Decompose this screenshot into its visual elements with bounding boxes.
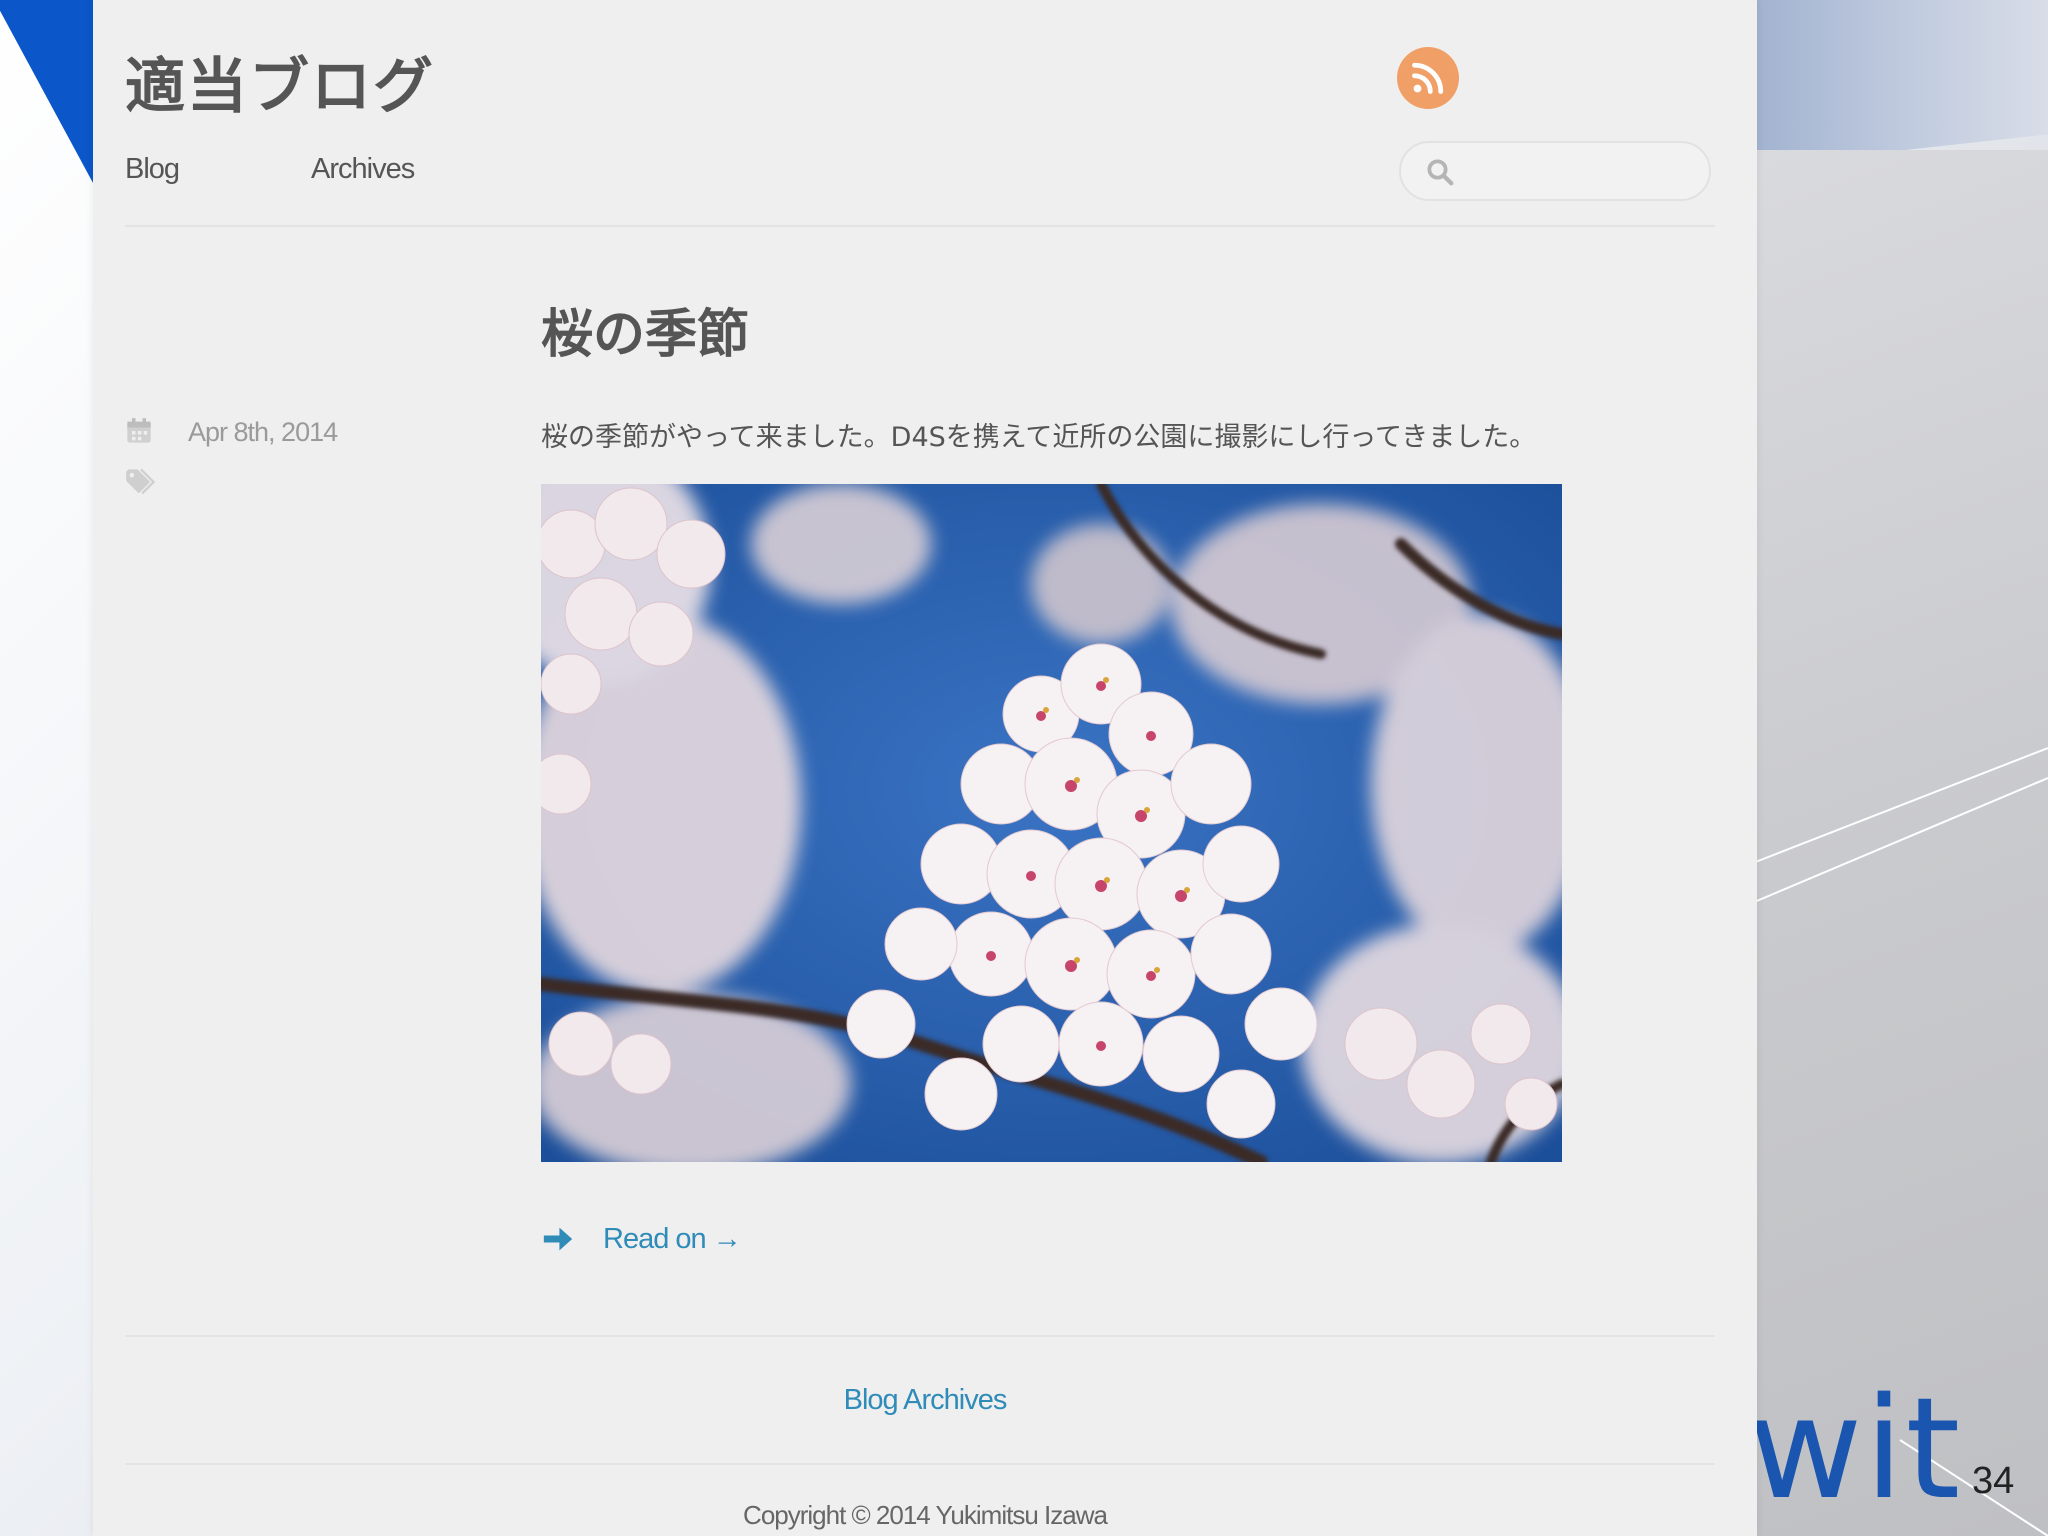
slide-page-number: 34 — [1972, 1460, 2015, 1502]
content-divider — [125, 1335, 1715, 1337]
nav-link-archives[interactable]: Archives — [311, 153, 415, 186]
read-on-link[interactable]: Read on → — [603, 1223, 742, 1256]
cherry-blossom-photo — [541, 484, 1562, 1162]
calendar-icon — [127, 418, 151, 443]
header-divider — [125, 225, 1715, 227]
search-field[interactable] — [1399, 141, 1711, 201]
site-title[interactable]: 適当ブログ — [125, 38, 435, 125]
footer-divider — [125, 1463, 1715, 1465]
nav-link-blog[interactable]: Blog — [125, 153, 311, 186]
rss-icon — [1412, 62, 1444, 94]
copyright-text: Copyright © 2014 Yukimitsu Izawa — [743, 1500, 1108, 1530]
read-on[interactable]: Read on → — [541, 1222, 742, 1256]
search-icon — [1427, 159, 1454, 186]
footer-archives: Blog Archives — [93, 1384, 1757, 1417]
tag-icon — [126, 468, 156, 495]
post-excerpt: 桜の季節がやって来ました。D4Sを携えて近所の公園に撮影にし行ってきました。 — [541, 422, 1537, 453]
blog-archives-link[interactable]: Blog Archives — [844, 1384, 1008, 1416]
rss-button[interactable] — [1397, 47, 1459, 109]
photo-illustration — [541, 484, 1562, 1162]
brand-logo: wit — [1748, 1368, 1963, 1531]
blog-page: 適当ブログ Blog Archives 桜の季節 Apr 8th, 2014 桜… — [93, 0, 1757, 1536]
main-nav: Blog Archives — [125, 153, 415, 186]
post-title[interactable]: 桜の季節 — [541, 292, 749, 367]
arrow-right-icon — [543, 1227, 573, 1251]
search-input[interactable] — [1463, 151, 1697, 193]
post-date: Apr 8th, 2014 — [188, 417, 338, 447]
